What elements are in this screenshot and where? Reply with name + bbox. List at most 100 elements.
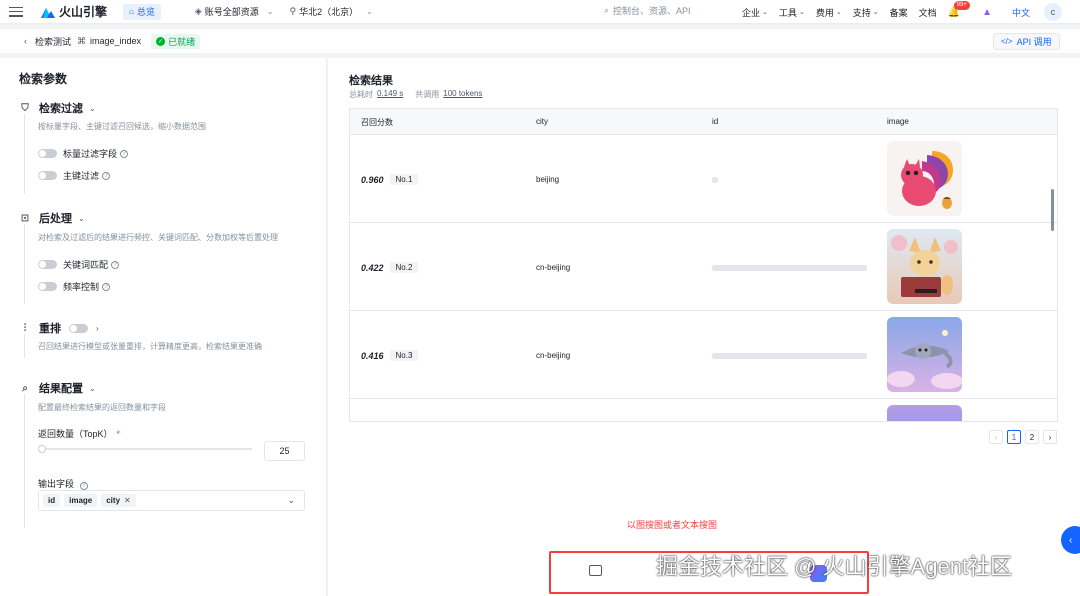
topk-label: 返回数量（TopK） * [38, 427, 120, 440]
filter-desc: 按标量字段、主键过滤召回候选，缩小数据范围 [38, 122, 206, 131]
search-hint: 以图搜图或者文本搜图 [627, 520, 718, 530]
filter-icon: ⛉ [21, 102, 29, 114]
field-tag-label: image [69, 496, 93, 505]
topk-input[interactable]: 25 [264, 441, 305, 461]
freq-control-label: 频率控制 [63, 282, 100, 292]
post-process-icon: ⊡ [20, 212, 30, 224]
score-value: 0.416 [361, 350, 384, 361]
rerank-toggle[interactable] [69, 323, 88, 333]
section-line [24, 114, 25, 194]
home-tab[interactable]: ⌂ 总览 [123, 3, 161, 20]
filter-section-header[interactable]: ⛉ 检索过滤 ⌄ [19, 100, 95, 116]
help-icon[interactable]: ? [79, 481, 88, 490]
scalar-filter-toggle-row: 标量过滤字段 ? [38, 147, 129, 160]
chevron-down-icon: ⌄ [89, 383, 96, 393]
pk-filter-toggle[interactable] [38, 171, 57, 180]
keyword-match-label: 关键词匹配 [63, 260, 109, 270]
topk-slider[interactable] [38, 445, 252, 453]
help-icon[interactable]: ? [102, 171, 111, 180]
field-tag-city: city ✕ [101, 494, 136, 507]
result-image[interactable] [887, 405, 962, 421]
city-cell: cn-beijing [536, 351, 571, 360]
help-icon[interactable]: ? [111, 260, 120, 269]
top-navigation: 火山引擎 ⌂ 总览 ◈ 账号全部资源 ⌄ ⚲ 华北2（北京） ⌄ ⌕ 控制台、资… [0, 0, 1080, 24]
table-scrollbar[interactable] [1051, 189, 1054, 231]
chevron-right-icon[interactable]: › [96, 324, 99, 333]
api-call-label: API 调用 [1016, 37, 1052, 47]
freq-control-toggle[interactable] [38, 282, 57, 291]
nav-support[interactable]: 支持 ⌄ [853, 6, 879, 19]
tokens-label: 共调用 [415, 90, 440, 99]
field-tag-label: city [106, 496, 121, 505]
nav-filing[interactable]: 备案 [890, 6, 908, 19]
region-select-label: 华北2（北京） [299, 7, 359, 17]
column-header-id: id [712, 117, 719, 126]
post-section-header[interactable]: ⊡ 后处理 ⌄ [19, 210, 85, 226]
prev-page-button[interactable]: ‹ [989, 430, 1003, 444]
back-arrow-icon[interactable]: ‹ [24, 36, 27, 46]
output-fields-label-text: 输出字段 [38, 479, 75, 489]
squirrel-image[interactable] [887, 141, 962, 216]
chevron-down-icon: ⌄ [266, 7, 274, 16]
avatar[interactable]: c [1044, 3, 1062, 21]
nav-tools-label: 工具 [778, 7, 797, 18]
rerank-section-header: ⫶ 重排 › [19, 320, 99, 336]
bell-icon[interactable]: 🔔 99+ [948, 0, 970, 18]
tokens-value: 100 tokens [443, 89, 483, 98]
score-cell: 0.960 No.1 [361, 174, 419, 185]
table-row: 0.422 No.2 cn-beijing [350, 223, 1057, 311]
region-select[interactable]: ⚲ 华北2（北京） ⌄ [290, 5, 373, 18]
flying-squirrel-image[interactable] [887, 317, 962, 392]
help-icon[interactable]: ? [120, 149, 129, 158]
output-fields-label: 输出字段 ? [38, 477, 88, 490]
rerank-desc: 召回结果进行模型或张量重排，计算精度更高，检索结果更准确 [38, 342, 262, 351]
field-tag-label: id [48, 496, 56, 505]
fox-illustration [891, 235, 958, 297]
time-value: 0.149 s [377, 89, 404, 98]
api-call-button[interactable]: </> API 调用 [993, 33, 1060, 50]
nav-tools[interactable]: 工具 ⌄ [779, 6, 805, 19]
image-upload-icon[interactable] [589, 565, 602, 576]
search-results-panel: 检索结果 总耗时 0.149 s 共调用 100 tokens 召回分数 cit… [328, 58, 1080, 596]
section-line [24, 224, 25, 304]
field-tag-image: image [64, 494, 98, 507]
brand-name: 火山引擎 [59, 5, 108, 19]
global-search[interactable]: ⌕ 控制台、资源、API [604, 4, 691, 17]
index-icon: ⌘ [77, 35, 87, 46]
status-badge: ✓ 已就绪 [151, 33, 201, 49]
next-page-button[interactable]: › [1043, 430, 1057, 444]
scalar-filter-toggle[interactable] [38, 149, 57, 158]
result-config-section-header[interactable]: ⌕ 结果配置 ⌄ [19, 380, 96, 396]
account-select[interactable]: ◈ 账号全部资源 ⌄ [195, 5, 274, 18]
output-fields-select[interactable]: id image city ✕ ⌄ [38, 490, 305, 511]
language-switch[interactable]: 中文 [1012, 6, 1030, 19]
nav-enterprise[interactable]: 企业 ⌄ [742, 6, 768, 19]
section-line [24, 334, 25, 358]
brand-logo[interactable]: 火山引擎 [41, 3, 107, 20]
topk-slider-handle[interactable] [38, 445, 46, 453]
menu-icon[interactable] [9, 6, 23, 17]
help-icon[interactable]: ? [102, 282, 111, 291]
topk-label-text: 返回数量（TopK） [38, 429, 113, 439]
chevron-down-icon: ⌄ [287, 495, 295, 505]
nav-support-label: 支持 [852, 7, 871, 18]
fox-image[interactable] [887, 229, 962, 304]
column-header-city: city [536, 117, 548, 126]
score-cell: 0.422 No.2 [361, 262, 419, 273]
section-line [24, 394, 25, 528]
rerank-title: 重排 [39, 323, 61, 335]
nav-docs[interactable]: 文档 [919, 6, 937, 19]
close-icon[interactable]: ✕ [124, 496, 131, 505]
score-value: 0.422 [361, 262, 384, 273]
id-cell-redacted [712, 265, 867, 271]
scalar-filter-label: 标量过滤字段 [63, 149, 118, 159]
city-cell: cn-beijing [536, 263, 571, 272]
keyword-match-toggle[interactable] [38, 260, 57, 269]
chevron-down-icon: ⌄ [762, 9, 768, 16]
nav-billing[interactable]: 费用 ⌄ [816, 6, 842, 19]
page-button-2[interactable]: 2 [1025, 430, 1039, 444]
page-button-1[interactable]: 1 [1007, 430, 1021, 444]
assistant-icon[interactable]: ▲ [982, 7, 992, 18]
chevron-left-icon: ‹ [1069, 534, 1073, 546]
id-cell-redacted [712, 177, 718, 183]
